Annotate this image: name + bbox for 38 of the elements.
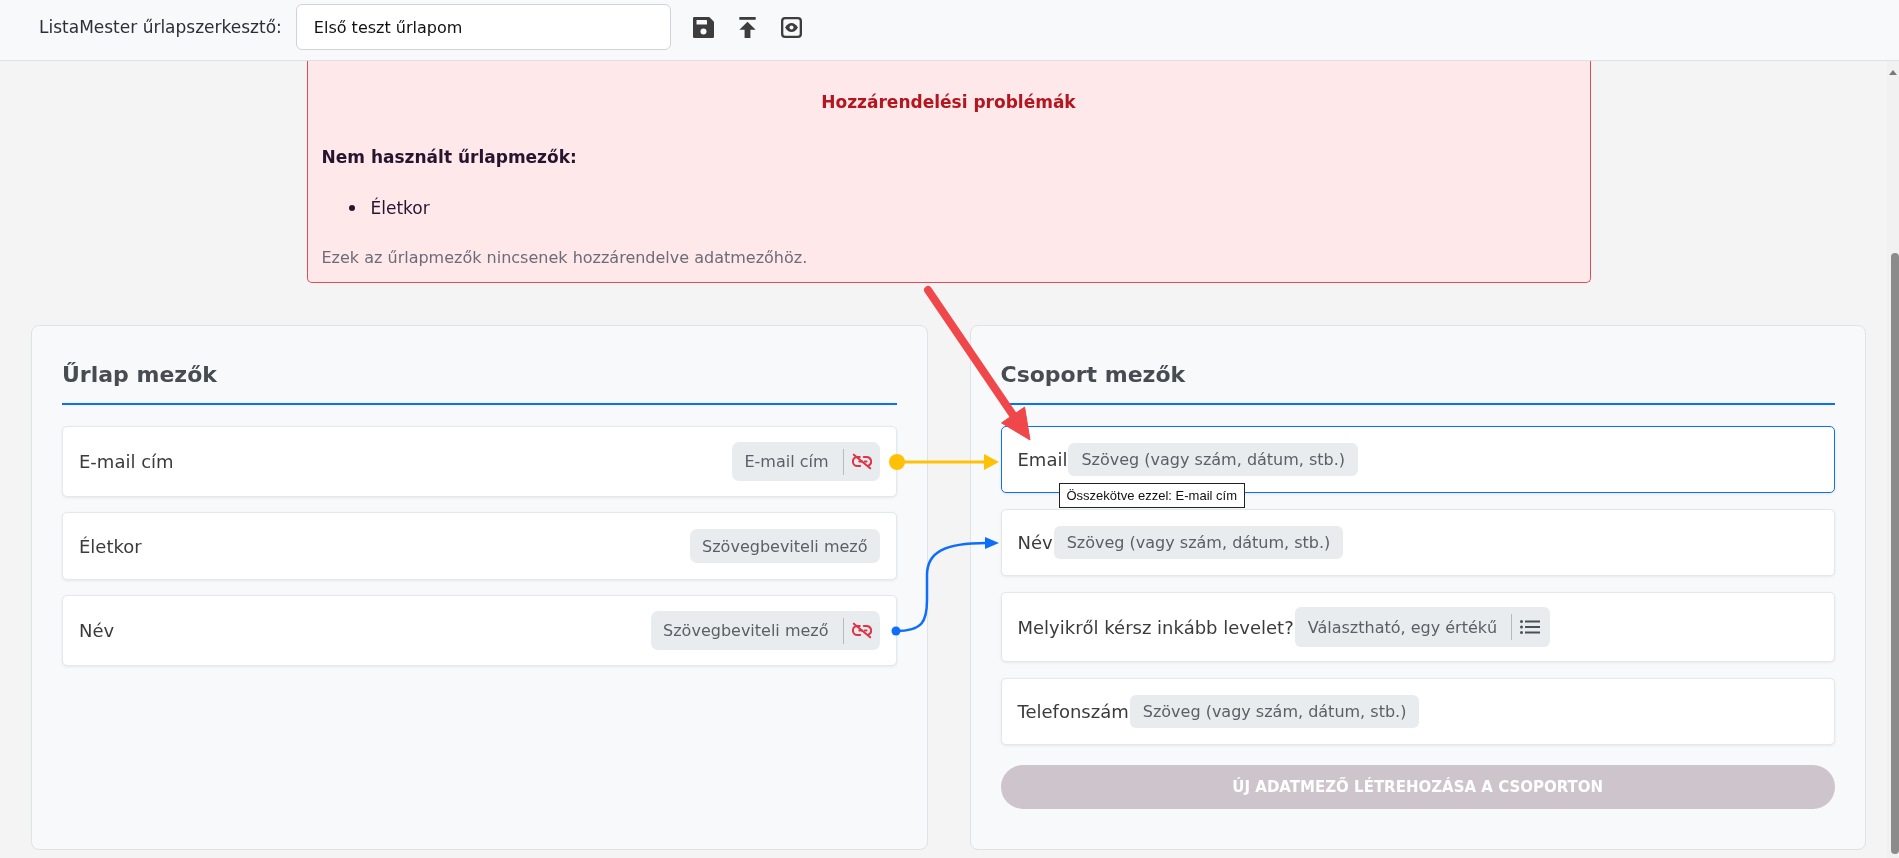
field-label: E-mail cím (79, 451, 174, 472)
tooltip: Összekötve ezzel: E-mail cím (1058, 483, 1245, 508)
form-field-row[interactable]: Életkor Szövegbeviteli mező (62, 512, 897, 580)
group-field-row[interactable]: Telefonszám Szöveg (vagy szám, dátum, stb.) (1000, 678, 1835, 745)
unused-fields-heading: Nem használt űrlapmezők: (321, 146, 578, 169)
field-label: Melyikről kérsz inkább levelet? (1017, 616, 1294, 638)
field-type: Szöveg (vagy szám, dátum, stb.) (1142, 702, 1407, 721)
editor-title: ListaMester űrlapszerkesztő: (39, 17, 282, 37)
field-label: Név (79, 620, 115, 641)
upload-icon[interactable] (736, 16, 758, 38)
form-field-row[interactable]: Név Szövegbeviteli mező (62, 595, 897, 666)
field-type: Szövegbeviteli mező (663, 621, 829, 640)
unlink-icon[interactable] (851, 453, 872, 470)
panel-heading: Csoport mezők (1000, 361, 1186, 389)
scroll-up-icon[interactable] (1889, 70, 1897, 75)
form-field-row[interactable]: E-mail cím E-mail cím (62, 426, 897, 497)
scrollbar-thumb[interactable] (1891, 253, 1899, 854)
form-name-input[interactable]: Első teszt űrlapom (295, 4, 671, 50)
group-field-row[interactable]: Melyikről kérsz inkább levelet? Választható, egy értékű (1000, 592, 1835, 662)
field-type: E-mail cím (744, 452, 829, 471)
field-type: Szövegbeviteli mező (702, 536, 868, 556)
field-label: Email (1017, 449, 1068, 470)
field-type: Szöveg (vagy szám, dátum, stb.) (1081, 450, 1346, 469)
unused-field-name: Életkor (370, 196, 430, 220)
group-field-row[interactable]: Név Szöveg (vagy szám, dátum, stb.) (1000, 509, 1835, 576)
problems-title: Hozzárendelési problémák (820, 91, 1077, 114)
field-type: Választható, egy értékű (1307, 617, 1498, 637)
list-icon[interactable] (1520, 620, 1541, 634)
field-label: Telefonszám (1017, 701, 1129, 722)
panel-heading: Űrlap mezők (62, 361, 217, 389)
save-icon[interactable] (692, 16, 714, 38)
unlink-icon[interactable] (851, 622, 872, 639)
bullet-icon (348, 205, 355, 211)
problems-note: Ezek az űrlapmezők nincsenek hozzárendelve adatmezőhöz. (321, 247, 809, 269)
field-label: Név (1017, 532, 1053, 553)
eye-icon[interactable] (780, 16, 802, 38)
field-type: Szöveg (vagy szám, dátum, stb.) (1066, 533, 1331, 552)
field-label: Életkor (79, 535, 142, 557)
